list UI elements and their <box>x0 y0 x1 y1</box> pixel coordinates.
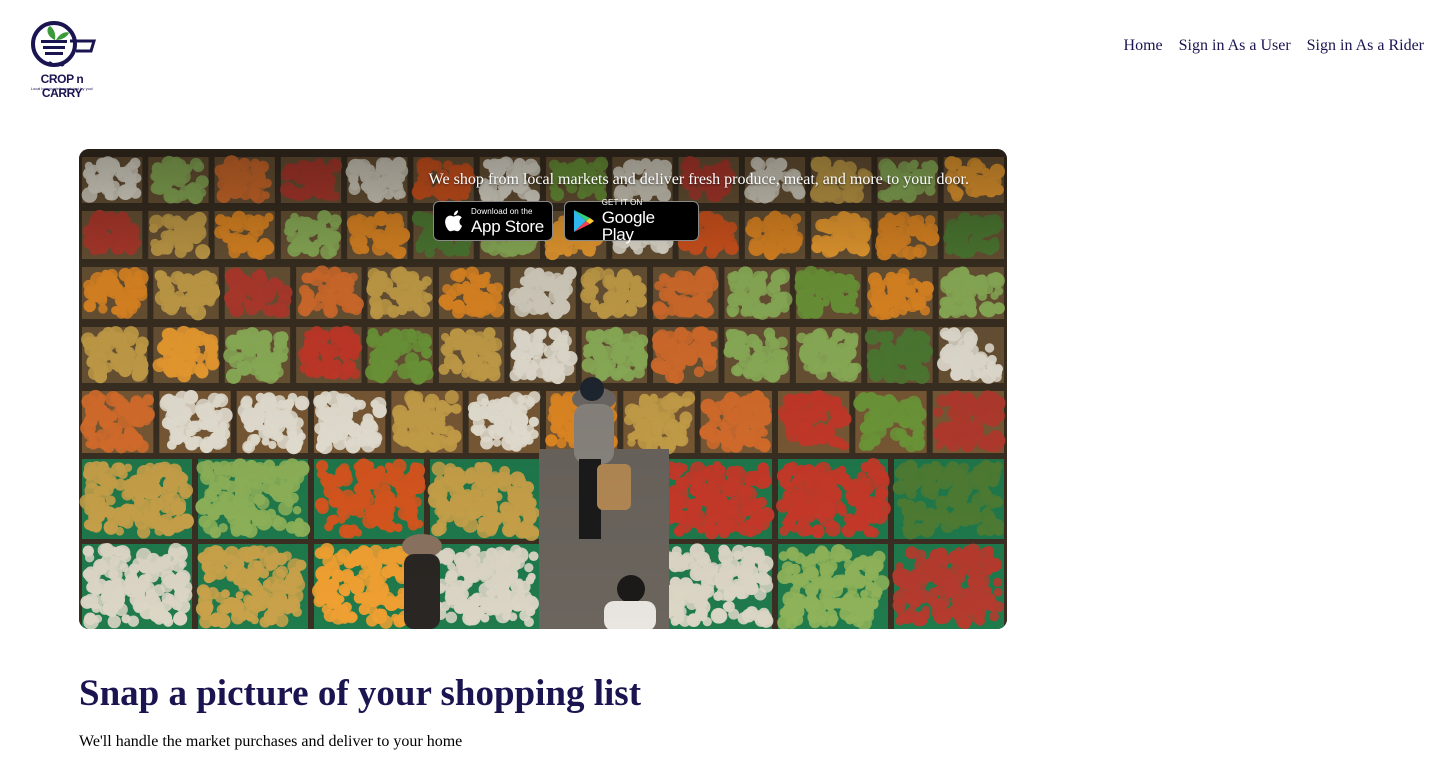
app-store-button[interactable]: Download on the App Store <box>433 201 553 241</box>
nav-sign-in-rider-link[interactable]: Sign in As a Rider <box>1307 37 1424 55</box>
google-play-button[interactable]: GET IT ON Google Play <box>564 198 699 244</box>
google-play-small-label: GET IT ON <box>601 198 643 207</box>
google-play-big-label: Google Play <box>601 208 655 244</box>
nav-sign-in-user-link[interactable]: Sign in As a User <box>1179 37 1291 55</box>
shopping-cart-logo-icon <box>31 21 97 67</box>
brand-tagline: Local bounty delivered, just by you! <box>30 86 94 91</box>
nav-home-link[interactable]: Home <box>1124 37 1163 55</box>
crop-n-carry-logo[interactable]: CROP n CARRY Local bounty delivered, jus… <box>22 14 102 100</box>
hero-banner: We shop from local markets and deliver f… <box>79 149 1007 629</box>
app-store-small-label: Download on the <box>471 206 533 216</box>
top-bar: CROP n CARRY Local bounty delivered, jus… <box>0 0 1440 100</box>
apple-icon <box>441 208 465 234</box>
app-store-big-label: App Store <box>471 216 544 236</box>
hero-tagline: We shop from local markets and deliver f… <box>428 171 969 188</box>
google-play-icon <box>572 208 596 234</box>
main-nav: Home Sign in As a User Sign in As a Ride… <box>1124 37 1424 55</box>
page-headline: Snap a picture of your shopping list <box>79 673 642 714</box>
page-subheadline: We'll handle the market purchases and de… <box>79 733 463 750</box>
